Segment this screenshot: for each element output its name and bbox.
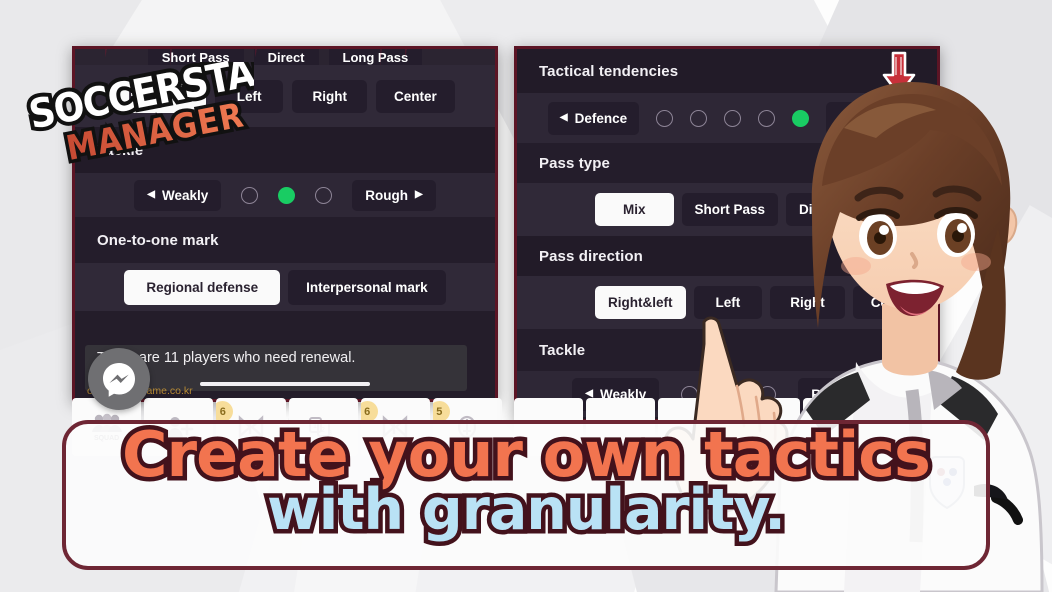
cut-chip[interactable]: Long Pass <box>328 49 423 65</box>
brand-logo: SOCCERSTAR MANAGER <box>24 62 254 172</box>
one-to-one-options: Regional defense Interpersonal mark <box>75 263 495 311</box>
option-center[interactable]: Center <box>375 79 455 113</box>
section-label-pass-direction: Pass direction <box>539 247 643 265</box>
messenger-bubble-icon <box>103 363 135 397</box>
tendency-step-1[interactable] <box>656 109 674 127</box>
option-right[interactable]: Right <box>292 79 367 113</box>
tendency-left-label: Defence <box>574 110 628 126</box>
triangle-left-icon: ◀ <box>147 189 155 200</box>
option-regional-defense[interactable]: Regional defense <box>124 269 281 305</box>
section-label-pass-type: Pass type <box>539 154 610 172</box>
messenger-floating-button[interactable] <box>88 348 150 410</box>
tackle-step-2-selected[interactable] <box>278 186 296 204</box>
option-mix[interactable]: Mix <box>595 193 674 226</box>
caption-text: Create your own tactics with granularity… <box>0 419 1052 543</box>
tackle-step-3[interactable] <box>315 186 333 204</box>
promo-screenshot: Short Pass Direct Long Pass Right&left L… <box>0 0 1052 592</box>
triangle-right-icon: ▶ <box>415 189 423 200</box>
section-label-one-to-one-mark: One-to-one mark <box>97 231 219 249</box>
section-label-tactical-tendencies: Tactical tendencies <box>539 62 679 80</box>
tendency-step-3[interactable] <box>724 109 742 127</box>
tackle-weakly-button[interactable]: ◀ Weakly <box>134 179 222 211</box>
tackle-left-label: Weakly <box>161 187 209 203</box>
option-interpersonal-mark[interactable]: Interpersonal mark <box>288 269 446 305</box>
tackle-right-label: Rough <box>365 187 409 203</box>
home-indicator-bar <box>200 382 370 386</box>
tendency-step-2[interactable] <box>690 109 708 127</box>
triangle-left-icon: ◀ <box>559 112 568 123</box>
cut-chip[interactable]: Direct <box>253 49 319 65</box>
tackle-slider-row: ◀ Weakly Rough ▶ <box>75 173 495 217</box>
tackle-rough-button[interactable]: Rough ▶ <box>352 179 436 211</box>
one-to-one-label-row: One-to-one mark <box>75 217 495 263</box>
section-label-tackle: Tackle <box>539 341 586 359</box>
defence-button[interactable]: ◀ Defence <box>547 101 640 135</box>
toast-line-1: There are 11 players who need renewal. <box>97 350 356 366</box>
tackle-step-1[interactable] <box>241 186 259 204</box>
